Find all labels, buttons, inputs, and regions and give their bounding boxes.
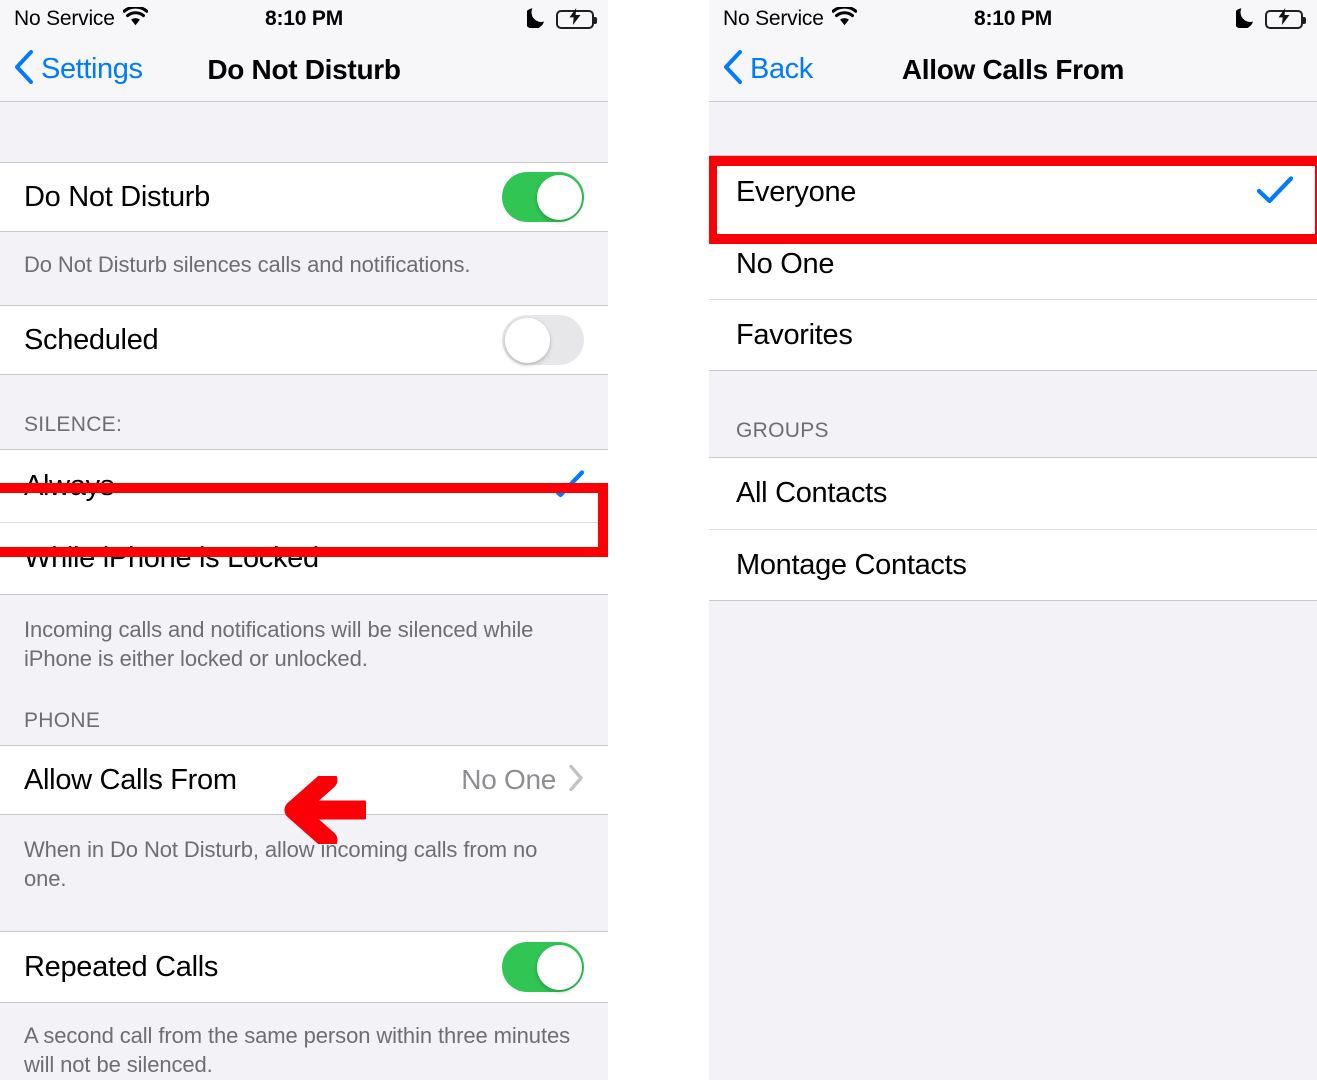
settings-list-left: Do Not Disturb Do Not Disturb silences c… [0, 102, 608, 1080]
row-option-favorites[interactable]: Favorites [709, 299, 1317, 370]
row-group-montage-contacts[interactable]: Montage Contacts [709, 529, 1317, 600]
settings-list-right: Everyone No One Favorites GROUPS All Con… [709, 102, 1317, 1080]
row-group-all-contacts[interactable]: All Contacts [709, 458, 1317, 529]
section-header-groups: GROUPS [709, 371, 1317, 457]
clock-label-right: 8:10 PM [974, 7, 1052, 30]
row-label-silence-always: Always [24, 469, 115, 502]
row-value-allow-calls-from: No One [461, 764, 556, 796]
row-silence-always[interactable]: Always [0, 450, 608, 523]
row-label-scheduled: Scheduled [24, 323, 159, 356]
chevron-left-icon [723, 50, 743, 89]
toggle-repeated-calls[interactable] [502, 942, 584, 993]
row-do-not-disturb[interactable]: Do Not Disturb [0, 163, 608, 231]
row-allow-calls-from[interactable]: Allow Calls From No One [0, 746, 608, 815]
nav-bar-right: Back Allow Calls From [709, 38, 1317, 102]
screenshot-stage: No Service 8:10 PM Settings Do Not Distu… [0, 0, 1317, 1080]
back-button-label: Back [750, 53, 813, 85]
back-button-settings[interactable]: Settings [14, 50, 143, 89]
dnd-group: Do Not Disturb [0, 162, 608, 232]
status-bar-right: No Service 8:10 PM [709, 0, 1317, 38]
row-repeated-calls[interactable]: Repeated Calls [0, 932, 608, 1003]
moon-icon [523, 6, 547, 33]
right-phone-screen: No Service 8:10 PM Back Allow Calls From… [709, 0, 1317, 1080]
footnote-repeated-calls: A second call from the same person withi… [0, 1003, 608, 1080]
scheduled-group: Scheduled [0, 305, 608, 376]
top-spacer-right [709, 102, 1317, 155]
row-label-everyone: Everyone [736, 175, 857, 208]
row-label-no-one: No One [736, 247, 835, 280]
back-button-label: Settings [41, 53, 143, 85]
status-bar-right-group [523, 6, 597, 33]
battery-charging-icon [556, 8, 597, 29]
battery-charging-icon [1265, 8, 1306, 29]
toggle-do-not-disturb[interactable] [502, 172, 584, 222]
row-label-silence-while-locked: While iPhone is Locked [24, 542, 319, 575]
chevron-left-icon [14, 50, 34, 89]
silence-group: Always While iPhone is Locked [0, 449, 608, 596]
status-bar-right-group-right [1232, 6, 1306, 33]
footnote-silence: Incoming calls and notifications will be… [0, 595, 608, 688]
checkmark-icon [1256, 175, 1294, 209]
back-button[interactable]: Back [723, 50, 813, 89]
repeated-calls-group: Repeated Calls [0, 931, 608, 1004]
bottom-filler [709, 601, 1317, 1080]
row-label-allow-calls-from: Allow Calls From [24, 763, 237, 796]
row-silence-while-locked[interactable]: While iPhone is Locked [0, 522, 608, 595]
row-label-repeated-calls: Repeated Calls [24, 950, 219, 983]
nav-bar-left: Settings Do Not Disturb [0, 38, 608, 102]
toggle-scheduled[interactable] [502, 315, 584, 366]
left-phone-screen: No Service 8:10 PM Settings Do Not Distu… [0, 0, 608, 1080]
calls-options-group: Everyone No One Favorites [709, 155, 1317, 371]
groups-list-group: All Contacts Montage Contacts [709, 457, 1317, 601]
top-spacer [0, 102, 608, 162]
phone-group: Allow Calls From No One [0, 745, 608, 816]
checkmark-icon [547, 469, 585, 503]
footnote-do-not-disturb: Do Not Disturb silences calls and notifi… [0, 232, 608, 306]
chevron-right-icon [568, 764, 584, 797]
row-label-do-not-disturb: Do Not Disturb [24, 180, 210, 213]
row-label-favorites: Favorites [736, 318, 853, 351]
row-label-all-contacts: All Contacts [736, 477, 888, 509]
row-option-no-one[interactable]: No One [709, 228, 1317, 299]
status-bar-left: No Service 8:10 PM [0, 0, 608, 38]
row-option-everyone[interactable]: Everyone [709, 156, 1317, 228]
section-header-phone: PHONE [0, 687, 608, 746]
row-scheduled[interactable]: Scheduled [0, 306, 608, 375]
moon-icon [1232, 6, 1256, 33]
section-header-silence: SILENCE: [0, 375, 608, 450]
clock-label: 8:10 PM [265, 7, 343, 30]
row-label-montage-contacts: Montage Contacts [736, 548, 967, 581]
footnote-allow-calls-from: When in Do Not Disturb, allow incoming c… [0, 815, 608, 932]
